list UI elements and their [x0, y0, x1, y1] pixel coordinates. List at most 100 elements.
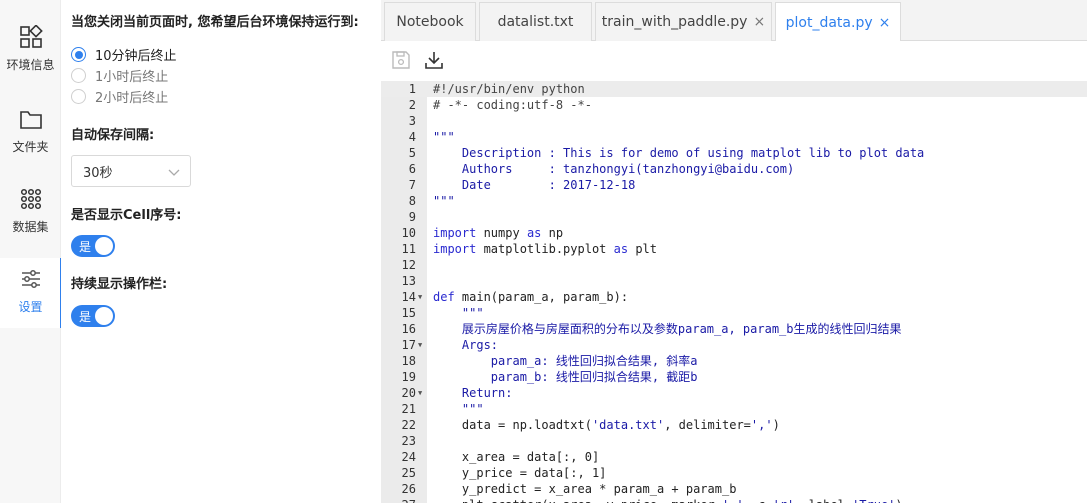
sidebar-item-datasets[interactable]: 数据集 [0, 178, 61, 248]
code-text: Authors : tanzhongyi(tanzhongyi@baidu.co… [433, 162, 795, 176]
code-line[interactable]: 14 ▼ def main(param_a, param_b): [381, 289, 1087, 305]
line-number: 26 [401, 482, 416, 496]
radio-10min[interactable]: 10分钟后终止 [71, 45, 177, 64]
code-line[interactable]: 10 import numpy as np [381, 225, 1087, 241]
app-window: 环境信息 文件夹 数据集 设置 当您关闭当前页面时, 您希望后台环境保持运行到:… [0, 0, 1087, 503]
line-number: 20 [401, 386, 416, 400]
code-line[interactable]: 22 data = np.loadtxt('data.txt', delimit… [381, 417, 1087, 433]
fold-arrow-icon[interactable]: ▼ [418, 289, 422, 305]
line-number: 2 [408, 98, 416, 112]
toggle-knob [95, 237, 113, 255]
code-line[interactable]: 21 """ [381, 401, 1087, 417]
code-line[interactable]: 19 param_b: 线性回归拟合结果, 截距b [381, 369, 1087, 385]
tab-train-with-paddle[interactable]: train_with_paddle.py × [595, 2, 772, 41]
code-line[interactable]: 12 [381, 257, 1087, 273]
line-number: 25 [401, 466, 416, 480]
code-line[interactable]: 20 ▼ Return: [381, 385, 1087, 401]
close-icon[interactable]: × [879, 15, 891, 31]
cell-number-toggle[interactable]: 是 [71, 235, 115, 257]
code-text: # -*- coding:utf-8 -*- [433, 98, 592, 112]
code-line[interactable]: 26 y_predict = x_area * param_a + param_… [381, 481, 1087, 497]
code-line[interactable]: 15 """ [381, 305, 1087, 321]
radio-2hour[interactable]: 2小时后终止 [71, 87, 168, 106]
close-icon[interactable]: × [753, 14, 765, 30]
code-text: param_b: 线性回归拟合结果, 截距b [433, 370, 698, 384]
code-line[interactable]: 18 param_a: 线性回归拟合结果, 斜率a [381, 353, 1087, 369]
code-line[interactable]: 7 Date : 2017-12-18 [381, 177, 1087, 193]
dots-grid-icon [18, 186, 44, 212]
radio-label: 2小时后终止 [95, 91, 169, 106]
code-editor[interactable]: 1 #!/usr/bin/env python 2 # -*- coding:utf-… [381, 81, 1087, 503]
toolbar-display-title: 持续显示操作栏: [71, 277, 168, 292]
code-line[interactable]: 4 """ [381, 129, 1087, 145]
code-text: """ [433, 402, 484, 416]
line-number: 4 [408, 130, 416, 144]
download-icon[interactable] [424, 50, 446, 72]
line-number: 16 [401, 322, 416, 336]
code-line[interactable]: 8 """ [381, 193, 1087, 209]
code-line[interactable]: 27 plt.scatter(x_area, y_price, marker='… [381, 497, 1087, 503]
toolbar-display-toggle[interactable]: 是 [71, 305, 115, 327]
line-number: 22 [401, 418, 416, 432]
code-line[interactable]: 5 Description : This is for demo of usin… [381, 145, 1087, 161]
tab-datalist[interactable]: datalist.txt [479, 2, 592, 41]
code-text: Return: [433, 386, 513, 400]
code-text: def main(param_a, param_b): [433, 290, 629, 304]
line-number: 9 [408, 210, 416, 224]
radio-dot[interactable] [71, 89, 86, 104]
tab-notebook[interactable]: Notebook [384, 2, 476, 41]
line-number: 15 [401, 306, 416, 320]
fold-arrow-icon[interactable]: ▼ [418, 337, 422, 353]
line-number: 12 [401, 258, 416, 272]
line-number: 19 [401, 370, 416, 384]
radio-dot[interactable] [71, 47, 86, 62]
toggle-knob [95, 307, 113, 325]
code-text: Date : 2017-12-18 [433, 178, 636, 192]
close-behavior-title: 当您关闭当前页面时, 您希望后台环境保持运行到: [71, 15, 359, 30]
code-line[interactable]: 2 # -*- coding:utf-8 -*- [381, 97, 1087, 113]
code-line[interactable]: 23 [381, 433, 1087, 449]
autosave-title: 自动保存间隔: [71, 128, 155, 143]
code-text: import numpy as np [433, 226, 564, 240]
sliders-icon [18, 266, 44, 292]
cell-number-title: 是否显示Cell序号: [71, 208, 182, 223]
code-text: """ [433, 194, 455, 208]
code-line[interactable]: 11 import matplotlib.pyplot as plt [381, 241, 1087, 257]
sidebar-item-settings[interactable]: 设置 [0, 258, 62, 328]
editor-toolbar [381, 41, 1087, 81]
autosave-interval-select[interactable]: 30秒 [71, 155, 191, 187]
code-text: Args: [433, 338, 499, 352]
radio-1hour[interactable]: 1小时后终止 [71, 66, 168, 85]
code-line[interactable]: 3 [381, 113, 1087, 129]
radio-label: 1小时后终止 [95, 70, 169, 85]
code-line[interactable]: 6 Authors : tanzhongyi(tanzhongyi@baidu.… [381, 161, 1087, 177]
sidebar-item-folder[interactable]: 文件夹 [0, 98, 61, 168]
sidebar-item-env-info[interactable]: 环境信息 [0, 16, 61, 86]
code-line[interactable]: 9 [381, 209, 1087, 225]
save-icon[interactable] [391, 50, 413, 72]
code-text: """ [433, 130, 455, 144]
line-number: 14 [401, 290, 416, 304]
settings-panel: 当您关闭当前页面时, 您希望后台环境保持运行到: 10分钟后终止 1小时后终止 … [61, 0, 381, 503]
code-text: param_a: 线性回归拟合结果, 斜率a [433, 354, 698, 368]
tab-label: plot_data.py [785, 14, 873, 31]
code-line[interactable]: 24 x_area = data[:, 0] [381, 449, 1087, 465]
code-line[interactable]: 1 #!/usr/bin/env python [381, 81, 1087, 97]
code-line[interactable]: 17 ▼ Args: [381, 337, 1087, 353]
sidebar-item-label: 文件夹 [12, 140, 49, 154]
line-number: 1 [408, 82, 416, 96]
sidebar-item-label: 环境信息 [6, 58, 55, 72]
sidebar-item-label: 设置 [18, 300, 43, 314]
fold-arrow-icon[interactable]: ▼ [418, 385, 422, 401]
code-line[interactable]: 16 展示房屋价格与房屋面积的分布以及参数param_a, param_b生成的… [381, 321, 1087, 337]
code-text: x_area = data[:, 0] [433, 450, 600, 464]
code-text: 展示房屋价格与房屋面积的分布以及参数param_a, param_b生成的线性回… [433, 322, 902, 336]
code-line[interactable]: 25 y_price = data[:, 1] [381, 465, 1087, 481]
grid-icon [18, 24, 44, 50]
code-text: plt.scatter(x_area, y_price, marker='.',… [433, 497, 903, 503]
line-number: 23 [401, 434, 416, 448]
chevron-down-icon [168, 166, 180, 181]
code-line[interactable]: 13 [381, 273, 1087, 289]
radio-dot[interactable] [71, 68, 86, 83]
tab-plot-data[interactable]: plot_data.py × [775, 2, 901, 42]
